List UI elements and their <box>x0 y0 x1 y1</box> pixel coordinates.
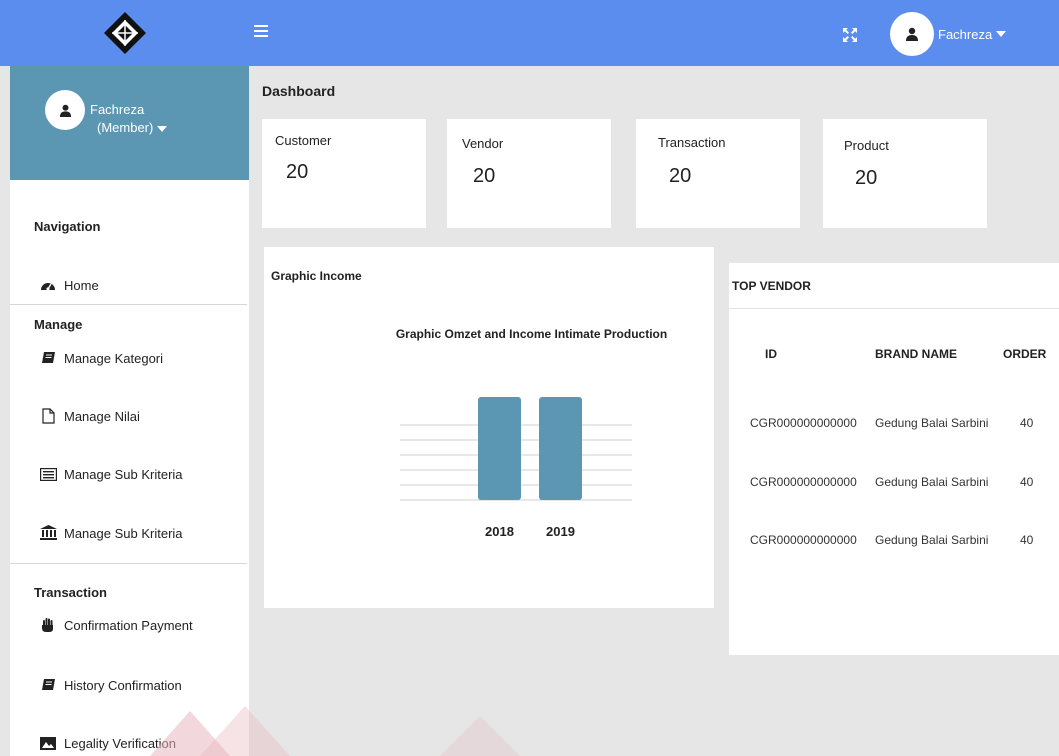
nav-heading-transaction: Transaction <box>34 585 107 600</box>
profile-role: (Member) <box>97 120 154 135</box>
sidebar: Fachreza (Member) Navigation Home Manage… <box>10 66 249 756</box>
stat-card-vendor[interactable]: Vendor 20 <box>447 119 611 228</box>
user-icon <box>906 27 918 41</box>
diamond-logo <box>103 12 146 54</box>
stat-label: Transaction <box>658 135 726 150</box>
column-header-id: ID <box>765 347 777 361</box>
profile-name: Fachreza <box>90 102 145 117</box>
top-vendor-card: TOP VENDOR ID BRAND NAME ORDER CGR000000… <box>729 263 1059 655</box>
stat-card-product[interactable]: Product 20 <box>823 119 987 228</box>
caret-down-icon <box>157 125 168 132</box>
x-tick-label: 2018 <box>485 524 514 539</box>
sidebar-profile: Fachreza (Member) <box>10 66 249 180</box>
stat-label: Vendor <box>462 136 504 151</box>
bar-2019[interactable] <box>539 397 582 500</box>
divider <box>10 304 247 305</box>
sidebar-item-history-confirmation[interactable]: History Confirmation <box>38 674 182 696</box>
stat-label: Product <box>844 138 889 153</box>
book-icon <box>38 676 58 694</box>
app-logo[interactable] <box>0 0 249 66</box>
caret-down-icon <box>996 31 1007 37</box>
sidebar-item-label: Manage Sub Kriteria <box>64 466 183 482</box>
cell-brand-name: Gedung Balai Sarbini <box>875 533 989 547</box>
column-header-brand-name: BRAND NAME <box>875 347 957 361</box>
sidebar-item-home[interactable]: Home <box>38 274 99 296</box>
cell-id: CGR000000000000 <box>750 475 857 489</box>
sidebar-item-manage-sub-kriteria-2[interactable]: Manage Sub Kriteria <box>38 522 183 544</box>
stat-label: Customer <box>275 133 332 148</box>
hand-icon <box>38 616 58 634</box>
list-alt-icon <box>38 465 58 483</box>
column-header-order: ORDER <box>1003 347 1047 361</box>
user-menu[interactable]: Fachreza <box>890 12 1007 56</box>
divider <box>10 563 247 564</box>
page-title: Dashboard <box>262 83 336 99</box>
image-icon <box>38 734 58 752</box>
nav-heading-navigation: Navigation <box>34 219 101 234</box>
book-icon <box>38 349 58 367</box>
hamburger-icon[interactable] <box>254 22 274 42</box>
stat-value: 20 <box>669 165 692 187</box>
sidebar-item-confirmation-payment[interactable]: Confirmation Payment <box>38 614 193 636</box>
expand-icon[interactable] <box>842 27 860 45</box>
sidebar-item-label: Confirmation Payment <box>64 617 193 633</box>
income-chart-card: Graphic Income Graphic Omzet and Income … <box>264 247 714 608</box>
dashboard-gauge-icon <box>38 276 58 294</box>
stat-value: 20 <box>855 167 878 189</box>
sidebar-item-label: History Confirmation <box>64 677 182 693</box>
sidebar-item-label: Manage Sub Kriteria <box>64 525 183 541</box>
user-name: Fachreza <box>938 26 993 42</box>
cell-order: 40 <box>1020 416 1034 430</box>
nav-heading-manage: Manage <box>34 317 83 332</box>
sidebar-item-manage-sub-kriteria[interactable]: Manage Sub Kriteria <box>38 463 183 485</box>
avatar <box>890 12 934 56</box>
profile-avatar <box>45 90 85 130</box>
card-title: TOP VENDOR <box>732 279 811 293</box>
sidebar-item-label: Legality Verification <box>64 735 177 751</box>
top-bar: Fachreza <box>0 0 1059 66</box>
sidebar-item-manage-kategori[interactable]: Manage Kategori <box>38 347 163 369</box>
cell-id: CGR000000000000 <box>750 533 857 547</box>
sidebar-item-label: Manage Nilai <box>64 408 140 424</box>
stat-card-customer[interactable]: Customer 20 <box>262 119 426 228</box>
stat-value: 20 <box>473 165 496 187</box>
divider <box>729 308 1059 309</box>
cell-id: CGR000000000000 <box>750 416 857 430</box>
cell-brand-name: Gedung Balai Sarbini <box>875 416 989 430</box>
bank-icon <box>38 524 58 542</box>
sidebar-item-label: Manage Kategori <box>64 350 164 366</box>
income-bar-chart: 2018 2019 <box>400 397 632 539</box>
profile-role-dropdown[interactable]: (Member) <box>97 120 168 135</box>
user-icon <box>59 104 71 117</box>
cell-brand-name: Gedung Balai Sarbini <box>875 475 989 489</box>
sidebar-item-legality-verification[interactable]: Legality Verification <box>38 732 176 754</box>
file-icon <box>38 407 58 425</box>
sidebar-item-manage-nilai[interactable]: Manage Nilai <box>38 405 140 427</box>
x-tick-label: 2019 <box>546 524 575 539</box>
bar-2018[interactable] <box>478 397 521 500</box>
sidebar-item-label: Home <box>64 277 99 293</box>
cell-order: 40 <box>1020 475 1034 489</box>
cell-order: 40 <box>1020 533 1034 547</box>
stat-card-transaction[interactable]: Transaction 20 <box>636 119 800 228</box>
stat-value: 20 <box>286 161 309 183</box>
